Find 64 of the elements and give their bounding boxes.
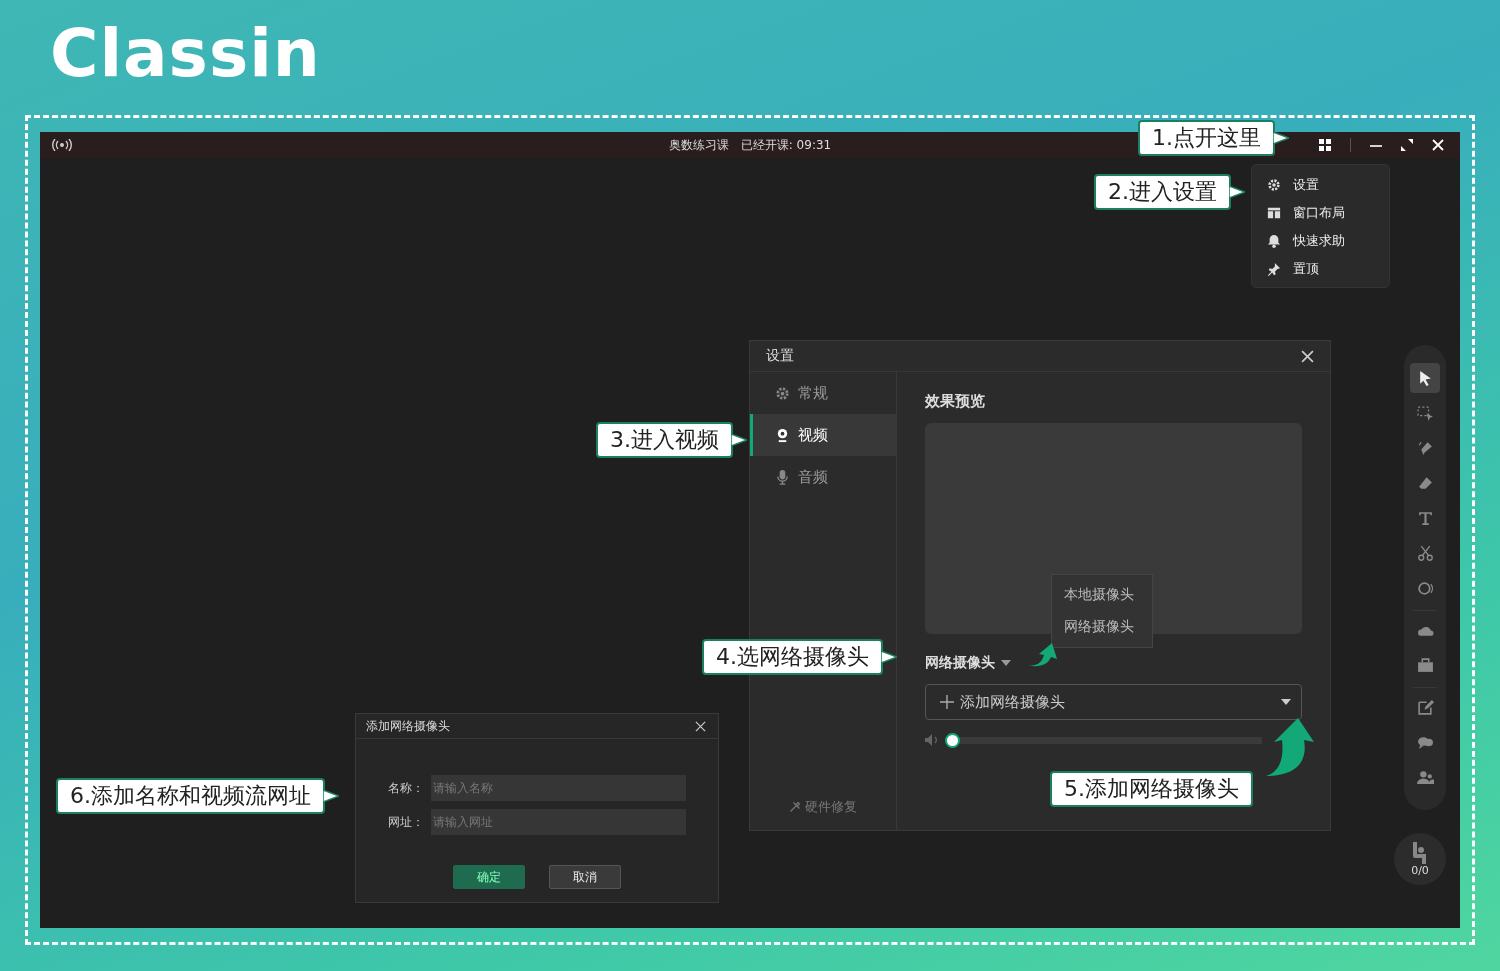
input-field[interactable]: 请输入名称 [431,775,686,801]
dialog-title: 添加网络摄像头 [366,717,450,735]
scissors-icon [1416,544,1434,562]
text-tool-icon [1416,509,1434,527]
settings-tab[interactable]: 常规 [750,372,896,414]
input-field[interactable]: 请输入网址 [431,809,686,835]
callout: 3.进入视频 [596,422,733,458]
menu-item[interactable]: 快速求助 [1252,227,1389,255]
gear-icon [775,385,790,401]
callout: 5.添加网络摄像头 [1050,771,1253,807]
gear-icon [1267,178,1281,192]
curved-arrow-icon [1266,718,1314,776]
caret-icon [1001,660,1011,666]
eraser-icon [1416,474,1434,492]
section-title: 效果预览 [925,392,985,411]
circle-icon [1416,579,1434,597]
callout-pointer [1273,130,1289,146]
menu-item[interactable]: 置顶 [1252,255,1389,283]
cancel-button[interactable]: 取消 [549,865,621,889]
callout-pointer [323,788,339,804]
field-label: 网址： [388,813,425,831]
callout: 6.添加名称和视频流网址 [56,778,325,814]
plus-icon [940,695,954,709]
settings-tab[interactable]: 音频 [750,456,896,498]
logo: Classin [50,18,321,91]
webcam-icon [775,427,790,443]
close-icon[interactable] [695,720,706,732]
broadcast-icon [52,139,72,151]
callout-pointer [881,649,897,665]
pin-icon [1267,262,1281,276]
dialog-title: 设置 [766,347,794,365]
edit-icon [1416,698,1434,716]
speaker-icon [925,734,939,746]
layout-icon [1267,206,1281,220]
toolbox-icon [1416,656,1434,674]
volume-thumb[interactable] [945,732,960,748]
curved-arrow-icon [1026,643,1058,667]
callout-pointer [1229,184,1245,200]
callout: 4.选网络摄像头 [702,639,883,675]
selection-icon [1416,404,1434,422]
callout: 1.点开这里 [1138,120,1275,156]
callout-pointer [731,432,747,448]
field-label: 名称： [388,779,425,797]
add-camera-select[interactable]: 添加网络摄像头 [925,684,1302,720]
class-timer: 已经开课: 09:31 [740,137,832,152]
camera-type-dropdown[interactable]: 网络摄像头 [925,654,1011,672]
settings-tab[interactable]: 视频 [750,414,896,456]
grid-menu-icon[interactable] [1319,139,1331,151]
window-title: 奥数练习课 [668,137,729,152]
menu-item[interactable]: 本地摄像头 [1052,579,1152,611]
pen-icon [1416,439,1434,457]
callout: 2.进入设置 [1094,174,1231,210]
people-icon [1416,768,1434,786]
menu-item[interactable]: 网络摄像头 [1052,611,1152,643]
confirm-button[interactable]: 确定 [453,865,525,889]
resize-icon[interactable] [1401,139,1413,151]
bell-icon [1267,234,1281,248]
menu-item[interactable]: 窗口布局 [1252,199,1389,227]
caret-icon [1281,699,1291,705]
microphone-icon [775,469,790,485]
seat-count: 0/0 [1411,863,1429,877]
close-icon[interactable] [1301,349,1314,363]
tool-button[interactable] [1410,363,1440,393]
menu-item[interactable]: 设置 [1252,171,1389,199]
